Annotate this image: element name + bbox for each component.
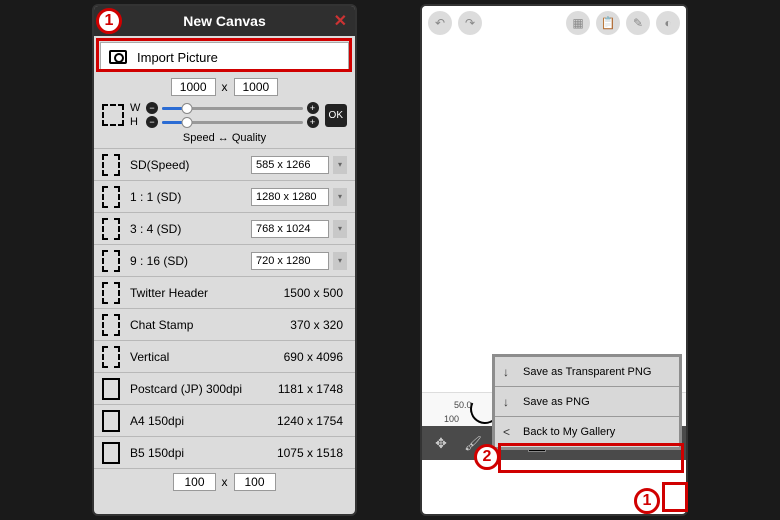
annotation-badge-2: 2: [474, 444, 500, 470]
ruler-value-100: 100: [444, 414, 459, 424]
dialog-titlebar: New Canvas ✕: [94, 6, 355, 36]
annotation-badge-1: 1: [96, 8, 122, 34]
import-picture-button[interactable]: Import Picture: [100, 42, 349, 72]
preset-row[interactable]: 9 : 16 (SD)720 x 1280▾: [94, 244, 355, 276]
layers-icon[interactable]: ▦: [566, 11, 590, 35]
undo-icon[interactable]: ↶: [428, 11, 452, 35]
close-icon[interactable]: ✕: [334, 11, 347, 31]
editor-topbar: ↶ ↷ ▦ 📋 ✎ ◐: [422, 6, 686, 40]
width-field[interactable]: 1000: [171, 78, 216, 96]
menu-save-transparent-png[interactable]: ↓Save as Transparent PNG: [495, 357, 679, 387]
annotation-badge-1b: 1: [634, 488, 660, 514]
chevron-down-icon[interactable]: ▾: [333, 156, 347, 174]
plus-icon[interactable]: +: [307, 102, 319, 114]
redo-icon[interactable]: ↷: [458, 11, 482, 35]
preset-row[interactable]: B5 150dpi1075 x 1518: [94, 436, 355, 468]
preset-row[interactable]: SD(Speed)585 x 1266▾: [94, 148, 355, 180]
preset-list-fixed: Twitter Header1500 x 500 Chat Stamp370 x…: [94, 276, 355, 468]
footer-dimensions: 100 x 100: [94, 468, 355, 495]
export-menu: ↓Save as Transparent PNG ↓Save as PNG <B…: [492, 354, 682, 450]
width-slider-row: W − +: [130, 102, 319, 114]
download-icon: ↓: [503, 395, 515, 409]
camera-icon: [109, 50, 127, 64]
import-label: Import Picture: [137, 50, 218, 65]
size-sliders: W − + H − + OK: [94, 100, 355, 130]
preset-row[interactable]: Postcard (JP) 300dpi1181 x 1748: [94, 372, 355, 404]
minus-icon[interactable]: −: [146, 102, 158, 114]
chevron-down-icon[interactable]: ▾: [333, 252, 347, 270]
ruler-value-50: 50.0: [454, 400, 472, 410]
h-label: H: [130, 116, 142, 128]
ok-button[interactable]: OK: [325, 104, 347, 127]
new-canvas-dialog: New Canvas ✕ Import Picture 1000 x 1000 …: [92, 4, 357, 516]
width-slider[interactable]: [162, 107, 303, 110]
chevron-left-icon: <: [503, 425, 515, 439]
menu-back-to-gallery[interactable]: <Back to My Gallery: [495, 417, 679, 447]
height-field[interactable]: 1000: [234, 78, 279, 96]
preset-row[interactable]: Twitter Header1500 x 500: [94, 276, 355, 308]
minus-icon[interactable]: −: [146, 116, 158, 128]
footer-width[interactable]: 100: [173, 473, 215, 491]
menu-save-png[interactable]: ↓Save as PNG: [495, 387, 679, 417]
chevron-down-icon[interactable]: ▾: [333, 188, 347, 206]
plus-icon[interactable]: +: [307, 116, 319, 128]
aspect-lock-icon[interactable]: [102, 104, 124, 126]
tool-icon[interactable]: ✎: [626, 11, 650, 35]
preset-row[interactable]: 1 : 1 (SD)1280 x 1280▾: [94, 180, 355, 212]
x-separator: x: [222, 80, 228, 94]
dialog-title: New Canvas: [183, 13, 265, 29]
palette-icon[interactable]: ◐: [656, 11, 680, 35]
canvas-area[interactable]: [422, 40, 686, 392]
preset-row[interactable]: Chat Stamp370 x 320: [94, 308, 355, 340]
preset-row[interactable]: 3 : 4 (SD)768 x 1024▾: [94, 212, 355, 244]
download-icon: ↓: [503, 365, 515, 379]
chevron-down-icon[interactable]: ▾: [333, 220, 347, 238]
w-label: W: [130, 102, 142, 114]
preset-row[interactable]: A4 150dpi1240 x 1754: [94, 404, 355, 436]
speed-quality-label: Speed ↔ Quality: [94, 130, 355, 148]
top-dimensions: 1000 x 1000: [94, 74, 355, 100]
footer-height[interactable]: 100: [234, 473, 276, 491]
height-slider-row: H − +: [130, 116, 319, 128]
height-slider[interactable]: [162, 121, 303, 124]
move-icon[interactable]: ✥: [430, 432, 452, 454]
editor-screen: ↶ ↷ ▦ 📋 ✎ ◐ ↓Save as Transparent PNG ↓Sa…: [420, 4, 688, 516]
paste-icon[interactable]: 📋: [596, 11, 620, 35]
preset-row[interactable]: Vertical690 x 4096: [94, 340, 355, 372]
preset-list-editable: SD(Speed)585 x 1266▾ 1 : 1 (SD)1280 x 12…: [94, 148, 355, 276]
